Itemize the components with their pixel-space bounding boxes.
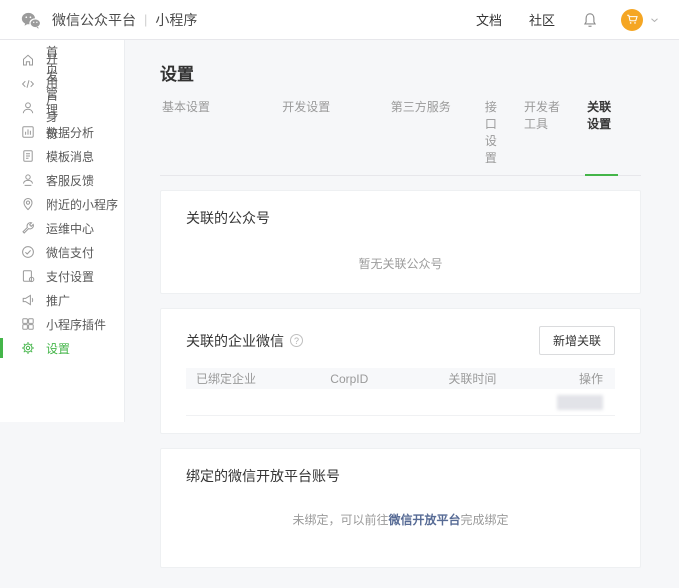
user-icon: [21, 101, 35, 115]
redacted-block: [557, 395, 603, 410]
work-wechat-card-head: 关联的企业微信 ? 新增关联: [186, 326, 615, 355]
pay-doc-icon: [21, 269, 35, 283]
account-menu[interactable]: [621, 9, 659, 31]
tab-third-party[interactable]: 第三方服务: [389, 98, 460, 175]
table-header-cell: 关联时间: [448, 370, 546, 387]
sidebar-item-label: 设置: [46, 340, 70, 357]
chevron-down-icon: [650, 16, 659, 24]
sidebar-item-template-msg[interactable]: 模板消息: [0, 144, 124, 168]
header-link-community[interactable]: 社区: [529, 10, 555, 29]
bell-icon[interactable]: [582, 12, 598, 28]
sidebar-item-feedback[interactable]: 客服反馈: [0, 168, 124, 192]
sidebar-item-label: 推广: [46, 292, 70, 309]
sidebar-item-analytics[interactable]: 数据分析: [0, 120, 124, 144]
table-header-cell: 已绑定企业: [196, 370, 330, 387]
template-icon: [21, 149, 35, 163]
plugin-grid-icon: [21, 317, 35, 331]
sidebar-item-label: 客服反馈: [46, 172, 94, 189]
tab-interface[interactable]: 接口设置: [483, 98, 499, 175]
sidebar-item-promotion[interactable]: 推广: [0, 288, 124, 312]
feedback-user-icon: [21, 173, 35, 187]
sidebar-item-user-id[interactable]: 用户身份: [0, 96, 30, 120]
sidebar-item-dev-manage[interactable]: 开发管理: [0, 72, 36, 96]
bar-chart-icon: [21, 125, 35, 139]
sidebar-item-label: 支付设置: [46, 268, 94, 285]
official-accounts-title: 关联的公众号: [186, 208, 615, 228]
official-accounts-card: 关联的公众号 暂无关联公众号: [160, 190, 641, 294]
pay-check-icon: [21, 245, 35, 259]
table-row: [186, 389, 615, 416]
sidebar-item-plugins[interactable]: 小程序插件: [0, 312, 124, 336]
settings-tabs: 基本设置 开发设置 第三方服务 接口设置 开发者工具 关联设置: [160, 98, 641, 176]
add-association-button[interactable]: 新增关联: [539, 326, 615, 355]
official-accounts-empty-text: 暂无关联公众号: [186, 255, 615, 272]
tab-basic[interactable]: 基本设置: [160, 98, 257, 175]
redacted-action-cell: [546, 394, 603, 409]
brand-title: 微信公众平台: [52, 10, 136, 30]
table-header-cell: CorpID: [330, 372, 448, 386]
header-right: 文档 社区: [476, 9, 659, 31]
bind-status-suffix: 完成绑定: [461, 513, 509, 527]
work-wechat-card: 关联的企业微信 ? 新增关联 已绑定企业 CorpID 关联时间 操作: [160, 308, 641, 434]
tab-development[interactable]: 开发设置: [280, 98, 366, 175]
wechat-logo-icon: [20, 10, 42, 30]
product-title: 小程序: [155, 10, 197, 30]
header-link-docs[interactable]: 文档: [476, 10, 502, 29]
gear-icon: [21, 341, 35, 355]
open-platform-card: 绑定的微信开放平台账号 未绑定，可以前往微信开放平台完成绑定: [160, 448, 641, 568]
brand-separator: |: [144, 12, 147, 27]
code-icon: [21, 77, 35, 91]
sidebar-item-label: 附近的小程序: [46, 196, 118, 213]
location-pin-icon: [21, 197, 35, 211]
sidebar-item-settings[interactable]: 设置: [0, 336, 124, 360]
sidebar-item-nearby[interactable]: 附近的小程序: [0, 192, 124, 216]
sidebar: 首页 开发管理 用户身份 数据分析 模板消息 客服反馈 附近的小程序: [0, 40, 125, 422]
tab-dev-tools[interactable]: 开发者工具: [522, 98, 562, 175]
megaphone-icon: [21, 293, 35, 307]
brand: 微信公众平台 | 小程序: [20, 10, 197, 30]
open-platform-title: 绑定的微信开放平台账号: [186, 466, 615, 486]
page-title: 设置: [160, 60, 641, 85]
work-wechat-title: 关联的企业微信: [186, 331, 284, 351]
main-content: 设置 基本设置 开发设置 第三方服务 接口设置 开发者工具 关联设置 关联的公众…: [125, 40, 679, 588]
tab-association[interactable]: 关联设置: [585, 98, 618, 176]
bind-status-text: 未绑定，可以前往微信开放平台完成绑定: [186, 511, 615, 528]
sidebar-item-label: 小程序插件: [46, 316, 106, 333]
table-header-row: 已绑定企业 CorpID 关联时间 操作: [186, 368, 615, 389]
cart-avatar-icon[interactable]: [621, 9, 643, 31]
help-question-icon[interactable]: ?: [290, 334, 303, 347]
home-icon: [21, 53, 35, 67]
top-header: 微信公众平台 | 小程序 文档 社区: [0, 0, 679, 40]
bind-status-prefix: 未绑定，可以前往: [292, 513, 388, 527]
sidebar-item-home[interactable]: 首页: [0, 48, 41, 72]
sidebar-item-label: 微信支付: [46, 244, 94, 261]
wrench-icon: [21, 221, 35, 235]
sidebar-item-label: 模板消息: [46, 148, 94, 165]
sidebar-item-label: 运维中心: [46, 220, 94, 237]
table-header-cell: 操作: [546, 370, 603, 387]
sidebar-item-ops-center[interactable]: 运维中心: [0, 216, 124, 240]
open-platform-link[interactable]: 微信开放平台: [388, 513, 460, 527]
sidebar-item-label: 数据分析: [46, 124, 94, 141]
sidebar-item-pay-settings[interactable]: 支付设置: [0, 264, 124, 288]
sidebar-item-wechat-pay[interactable]: 微信支付: [0, 240, 124, 264]
work-wechat-table: 已绑定企业 CorpID 关联时间 操作: [186, 368, 615, 416]
